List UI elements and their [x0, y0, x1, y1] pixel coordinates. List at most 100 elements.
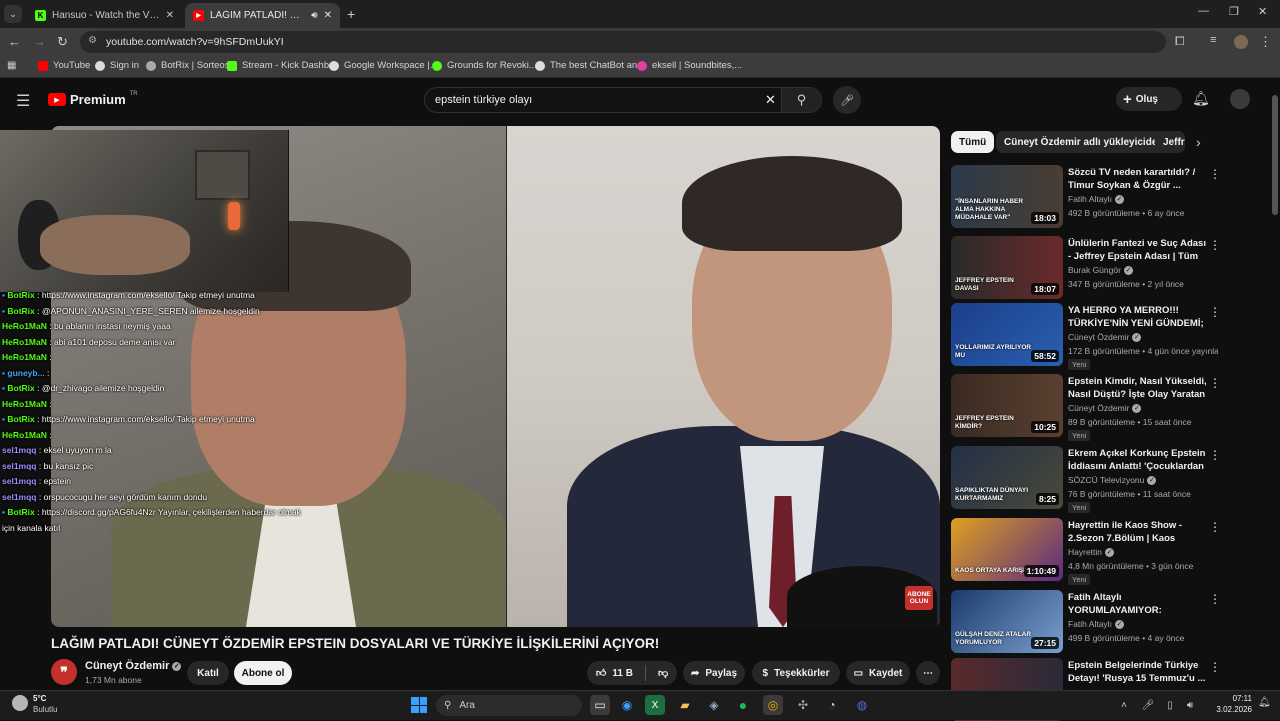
- file-explorer-icon[interactable]: ▰: [675, 695, 695, 715]
- profile-avatar[interactable]: [1234, 35, 1248, 49]
- tray-mic-icon[interactable]: 🎤︎: [1138, 695, 1158, 715]
- tray-volume-icon[interactable]: 🔊︎: [1180, 695, 1200, 715]
- chip-all[interactable]: Tümü: [951, 131, 995, 153]
- thanks-button[interactable]: $ Teşekkürler: [752, 661, 840, 685]
- more-options-icon[interactable]: ⋮: [1209, 520, 1221, 534]
- reload-icon[interactable]: ↻: [57, 34, 68, 50]
- browser-menu-icon[interactable]: ⋮: [1259, 34, 1272, 50]
- tab-close-icon[interactable]: ✕: [324, 10, 332, 21]
- video-thumbnail[interactable]: SAPIKLIKTAN DÜNYAYI KURTARMAMIZ 8:25: [951, 446, 1063, 509]
- chrome-icon[interactable]: ◎: [763, 695, 783, 715]
- channel-row[interactable]: SÖZCÜ Televizyonu ✓: [1068, 475, 1157, 486]
- clock-date[interactable]: 3.02.2026: [1202, 705, 1252, 714]
- dislike-icon[interactable]: 👎︎: [658, 667, 668, 679]
- channel-row[interactable]: Fatih Altaylı ✓: [1068, 619, 1124, 630]
- account-avatar[interactable]: [1230, 89, 1250, 109]
- hamburger-menu-icon[interactable]: ☰: [16, 91, 30, 111]
- channel-row[interactable]: Hayrettin ✓: [1068, 547, 1115, 558]
- video-title[interactable]: Epstein Belgelerinde Türkiye Detayı! 'Ru…: [1068, 659, 1208, 685]
- site-info-icon[interactable]: ⚙︎: [88, 35, 97, 46]
- url-field[interactable]: ⚙︎ youtube.com/watch?v=9hSFDmUukYI: [80, 31, 1166, 53]
- apps-grid-icon[interactable]: ▦: [7, 60, 16, 71]
- video-thumbnail[interactable]: GÜLŞAH DENİZ ATALAR YORUMLUYOR 27:15: [951, 590, 1063, 653]
- video-title[interactable]: Ekrem Açıkel Korkunç Epstein İddiasını A…: [1068, 447, 1208, 473]
- video-title[interactable]: Sözcü TV neden karartıldı? / Timur Soyka…: [1068, 166, 1208, 192]
- create-button[interactable]: + Oluş: [1116, 87, 1182, 111]
- bookmark-botrix[interactable]: BotRix | Sorteos: [146, 60, 229, 71]
- bookmark-soundbites[interactable]: eksell | Soundbites,...: [637, 60, 742, 71]
- tray-chevron-icon[interactable]: ˄: [1114, 695, 1134, 715]
- tab-search-icon[interactable]: ⌄: [4, 5, 22, 23]
- recommended-video[interactable]: GÜLŞAH DENİZ ATALAR YORUMLUYOR 27:15 Fatih…: [951, 590, 1271, 654]
- more-options-icon[interactable]: ⋮: [1209, 592, 1221, 606]
- tray-network-icon[interactable]: ▯: [1160, 695, 1180, 715]
- app-icon[interactable]: ✣: [793, 695, 813, 715]
- chip-channel[interactable]: Cüneyt Özdemir adlı yükleyiciden: [996, 131, 1172, 153]
- recommended-video[interactable]: Epstein Belgelerinde Türkiye Detayı! 'Ru…: [951, 658, 1271, 721]
- new-tab-button[interactable]: +: [347, 6, 355, 22]
- bookmark-chatbot[interactable]: The best ChatBot an...: [535, 60, 645, 71]
- task-view-icon[interactable]: ▭: [590, 695, 610, 715]
- recommended-video[interactable]: JEFFREY EPSTEIN KİMDİR? 10:25 Epstein Kimd…: [951, 374, 1271, 441]
- spotify-icon[interactable]: ●: [733, 695, 753, 715]
- channel-row[interactable]: Burak Güngör ✓: [1068, 265, 1133, 276]
- video-thumbnail[interactable]: YOLLARIMIZ AYRILIYOR MU 58:52: [951, 303, 1063, 366]
- excel-icon[interactable]: X: [645, 695, 665, 715]
- discord-icon[interactable]: ◍: [852, 695, 872, 715]
- bookmark-grounds[interactable]: Grounds for Revoki...: [432, 60, 537, 71]
- voice-search-button[interactable]: 🎤︎: [833, 86, 861, 114]
- notifications-bell-icon[interactable]: 🔔︎: [1192, 90, 1210, 107]
- bookmark-kick[interactable]: Stream - Kick Dashb...: [227, 60, 337, 71]
- taskbar-search[interactable]: ⚲ Ara: [436, 695, 582, 716]
- video-title[interactable]: Fatih Altaylı YORUMLAYAMIYOR: "Randevu..…: [1068, 591, 1208, 617]
- back-icon[interactable]: ←: [8, 34, 21, 49]
- recommended-video[interactable]: "İNSANLARIN HABER ALMA HAKKINA MÜDAHALE …: [951, 165, 1271, 229]
- video-title[interactable]: Hayrettin ile Kaos Show - 2.Sezon 7.Bölü…: [1068, 519, 1208, 545]
- like-count[interactable]: 11 B: [612, 668, 633, 679]
- clear-search-icon[interactable]: ✕: [765, 92, 776, 108]
- chips-next-chevron-icon[interactable]: ›: [1196, 134, 1201, 150]
- more-options-icon[interactable]: ⋮: [1209, 167, 1221, 181]
- more-actions-icon[interactable]: ⋯: [916, 661, 940, 685]
- recommended-video[interactable]: YOLLARIMIZ AYRILIYOR MU 58:52 YA HERRO YA …: [951, 303, 1271, 370]
- more-options-icon[interactable]: ⋮: [1209, 660, 1221, 674]
- search-button[interactable]: ⚲: [782, 87, 822, 113]
- weather-temp[interactable]: 5°C: [33, 694, 46, 703]
- page-scrollbar[interactable]: [1272, 95, 1278, 215]
- speaker-icon[interactable]: 🔊︎: [311, 10, 317, 21]
- obs-icon[interactable]: ◔: [822, 695, 842, 715]
- video-thumbnail[interactable]: JEFFREY EPSTEIN DAVASI 18:07: [951, 236, 1063, 299]
- channel-avatar[interactable]: ❞: [51, 659, 77, 685]
- reading-list-icon[interactable]: ≡: [1210, 34, 1216, 46]
- bookmark-google-workspace[interactable]: Google Workspace |...: [329, 60, 438, 71]
- tab-youtube[interactable]: ▶ LAĞIM PATLADI! CÜNEYT Ö 🔊︎ ✕: [185, 3, 340, 28]
- windows-start-icon[interactable]: [411, 697, 427, 713]
- weather-desc[interactable]: Bulutlu: [33, 705, 57, 714]
- close-window-icon[interactable]: ✕: [1258, 5, 1267, 18]
- share-button[interactable]: ➦ Paylaş: [683, 661, 745, 685]
- channel-row[interactable]: Cüneyt Özdemir ✓: [1068, 403, 1142, 414]
- channel-row[interactable]: Cüneyt Özdemir ✓: [1068, 332, 1142, 343]
- maximize-icon[interactable]: ❐: [1229, 5, 1239, 18]
- video-thumbnail[interactable]: JEFFREY EPSTEIN KİMDİR? 10:25: [951, 374, 1063, 437]
- tab-kick[interactable]: K Hansuo - Watch the VOD on Ki ✕: [27, 3, 182, 28]
- recommended-video[interactable]: SAPIKLIKTAN DÜNYAYI KURTARMAMIZ 8:25 Ekrem…: [951, 446, 1271, 513]
- notification-center-icon[interactable]: 🔔︎: [1258, 697, 1271, 708]
- recommended-video[interactable]: JEFFREY EPSTEIN DAVASI 18:07 Ünlülerin Fan…: [951, 236, 1271, 300]
- forward-icon[interactable]: →: [33, 34, 46, 49]
- subscribe-overlay-badge[interactable]: ABONE OLUN: [905, 586, 933, 610]
- video-thumbnail[interactable]: KAOS ORTAYA KARIŞIK 1:10:49: [951, 518, 1063, 581]
- video-title[interactable]: Ünlülerin Fantezi ve Suç Adası - Jeffrey…: [1068, 237, 1208, 263]
- tab-close-icon[interactable]: ✕: [166, 10, 174, 21]
- video-title[interactable]: YA HERRO YA MERRO!!! TÜRKİYE'NİN YENİ GÜ…: [1068, 304, 1208, 330]
- chip-jeffrey[interactable]: Jeffr: [1155, 131, 1185, 153]
- more-options-icon[interactable]: ⋮: [1209, 238, 1221, 252]
- bookmark-youtube[interactable]: YouTube: [38, 60, 90, 71]
- more-options-icon[interactable]: ⋮: [1209, 448, 1221, 462]
- subscribe-button[interactable]: Abone ol: [234, 661, 292, 685]
- youtube-logo[interactable]: ▶ Premium TR: [48, 91, 138, 107]
- more-options-icon[interactable]: ⋮: [1209, 376, 1221, 390]
- more-options-icon[interactable]: ⋮: [1209, 305, 1221, 319]
- channel-name-row[interactable]: Cüneyt Özdemir ✓: [85, 660, 182, 672]
- channel-row[interactable]: Fatih Altaylı ✓: [1068, 194, 1124, 205]
